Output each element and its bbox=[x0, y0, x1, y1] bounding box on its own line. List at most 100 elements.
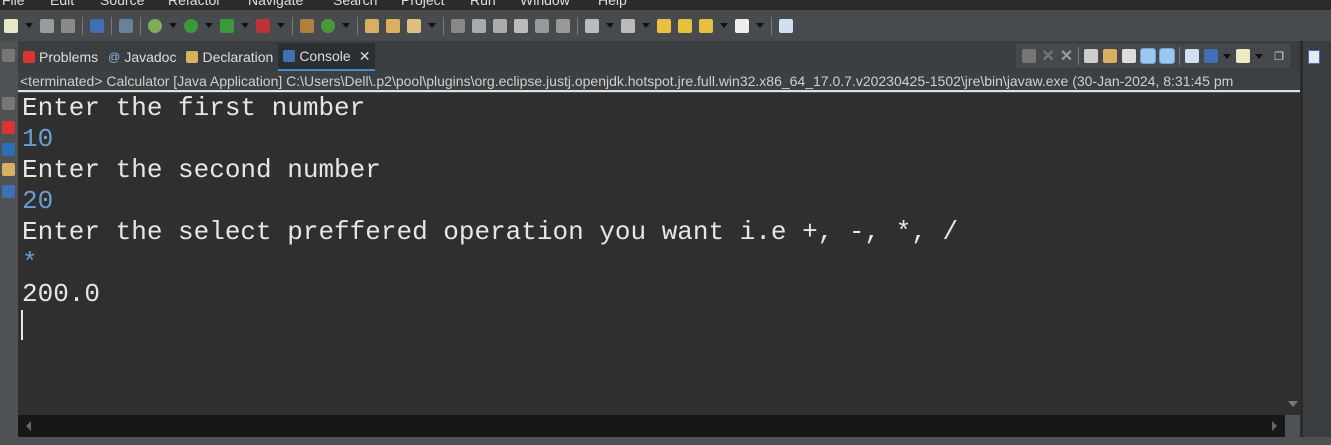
divider bbox=[111, 16, 112, 35]
console-output[interactable]: Enter the first number 10 Enter the seco… bbox=[18, 93, 1285, 415]
chevron-down-icon[interactable] bbox=[25, 23, 33, 28]
chevron-down-icon[interactable] bbox=[1255, 53, 1264, 59]
menu-source[interactable]: Source bbox=[100, 0, 144, 8]
divider bbox=[140, 16, 141, 35]
scroll-lock-icon[interactable] bbox=[1103, 49, 1118, 63]
divider bbox=[443, 16, 444, 35]
console-icon[interactable] bbox=[2, 185, 15, 198]
last-edit-icon[interactable] bbox=[657, 18, 671, 33]
chevron-down-icon[interactable] bbox=[720, 23, 728, 28]
tab-problems[interactable]: Problems bbox=[18, 43, 103, 71]
terminate-icon[interactable] bbox=[1022, 49, 1037, 63]
mark-occurrences-icon[interactable] bbox=[472, 18, 486, 33]
java-perspective-icon[interactable] bbox=[1308, 50, 1320, 64]
menu-refactor[interactable]: Refactor bbox=[168, 0, 221, 8]
save-all-icon[interactable] bbox=[61, 18, 75, 33]
console-line: Enter the second number bbox=[22, 155, 381, 185]
problems-icon[interactable] bbox=[2, 121, 15, 134]
skip-breakpoints-icon[interactable] bbox=[119, 18, 133, 33]
show-on-stderr-icon[interactable] bbox=[1159, 48, 1176, 64]
close-icon[interactable]: ✕ bbox=[359, 48, 371, 65]
open-task-icon[interactable] bbox=[386, 18, 400, 33]
word-wrap-icon[interactable] bbox=[1122, 49, 1137, 63]
scroll-right-arrow-icon[interactable] bbox=[1272, 421, 1277, 431]
run-icon[interactable] bbox=[184, 18, 198, 33]
text-caret bbox=[21, 310, 23, 340]
show-whitespace-icon[interactable] bbox=[556, 18, 570, 33]
new-class-icon[interactable] bbox=[321, 18, 335, 33]
debug-icon[interactable] bbox=[148, 18, 162, 33]
tab-javadoc[interactable]: @ Javadoc bbox=[103, 43, 181, 71]
external-tools-icon[interactable] bbox=[256, 18, 270, 33]
word-wrap-icon[interactable] bbox=[535, 18, 549, 33]
block-selection-icon[interactable] bbox=[493, 18, 507, 33]
console-view-icon[interactable] bbox=[90, 18, 104, 33]
left-trim-bar bbox=[0, 41, 18, 445]
chevron-down-icon[interactable] bbox=[277, 23, 285, 28]
display-console-icon[interactable] bbox=[1204, 49, 1219, 63]
chevron-down-icon[interactable] bbox=[205, 23, 213, 28]
pin-console-icon[interactable] bbox=[1185, 49, 1200, 63]
menu-file[interactable]: File bbox=[2, 0, 25, 8]
menu-search[interactable]: Search bbox=[333, 0, 377, 8]
horizontal-scrollbar[interactable] bbox=[18, 415, 1285, 437]
menu-edit[interactable]: Edit bbox=[50, 0, 74, 8]
chevron-down-icon[interactable] bbox=[342, 23, 350, 28]
restore-icon[interactable] bbox=[2, 97, 15, 110]
chevron-down-icon[interactable] bbox=[169, 23, 177, 28]
divider bbox=[357, 16, 358, 35]
divider bbox=[771, 16, 772, 35]
next-annotation-icon[interactable] bbox=[585, 18, 599, 33]
menu-window[interactable]: Window bbox=[520, 0, 570, 8]
chevron-down-icon[interactable] bbox=[642, 23, 650, 28]
clear-console-icon[interactable] bbox=[1084, 49, 1099, 63]
console-input-line: * bbox=[22, 248, 38, 278]
restore-icon[interactable] bbox=[2, 49, 15, 62]
chevron-down-icon[interactable] bbox=[1223, 53, 1232, 59]
menu-run[interactable]: Run bbox=[470, 0, 496, 8]
remove-launch-icon[interactable]: ✕ bbox=[1041, 46, 1054, 66]
breadcrumb-icon[interactable] bbox=[514, 18, 528, 33]
tab-console[interactable]: Console ✕ bbox=[278, 43, 376, 71]
declaration-icon[interactable] bbox=[2, 163, 15, 176]
next-edit-icon[interactable] bbox=[678, 18, 692, 33]
pin-editor-icon[interactable] bbox=[779, 18, 793, 33]
toggle-annotation-icon[interactable] bbox=[451, 18, 465, 33]
main-toolbar bbox=[0, 10, 1331, 41]
chevron-down-icon[interactable] bbox=[428, 23, 436, 28]
search-icon[interactable] bbox=[407, 18, 421, 33]
scroll-down-arrow-icon[interactable] bbox=[1288, 401, 1298, 407]
new-package-icon[interactable] bbox=[300, 18, 314, 33]
save-icon[interactable] bbox=[40, 18, 54, 33]
remove-all-terminated-icon[interactable]: ✕ bbox=[1060, 46, 1073, 66]
maximize-icon[interactable]: ❐ bbox=[1274, 50, 1284, 63]
divider bbox=[577, 16, 578, 35]
open-type-icon[interactable] bbox=[365, 18, 379, 33]
new-icon[interactable] bbox=[4, 18, 18, 33]
chevron-down-icon[interactable] bbox=[756, 23, 764, 28]
console-line: Enter the first number bbox=[22, 93, 366, 123]
show-on-stdout-icon[interactable] bbox=[1140, 48, 1157, 64]
menu-navigate[interactable]: Navigate bbox=[248, 0, 303, 8]
forward-icon[interactable] bbox=[735, 18, 749, 33]
menu-project[interactable]: Project bbox=[401, 0, 445, 8]
open-console-icon[interactable] bbox=[1236, 49, 1251, 63]
console-line: 200.0 bbox=[22, 279, 101, 309]
tab-declaration[interactable]: Declaration bbox=[181, 43, 278, 71]
right-trim-bar bbox=[1300, 41, 1331, 445]
console-icon bbox=[283, 50, 296, 62]
chevron-down-icon[interactable] bbox=[241, 23, 249, 28]
back-icon[interactable] bbox=[699, 18, 713, 33]
vertical-scrollbar[interactable] bbox=[1285, 93, 1300, 415]
prev-annotation-icon[interactable] bbox=[621, 18, 635, 33]
menu-bar: File Edit Source Refactor Navigate Searc… bbox=[0, 0, 1331, 10]
console-input-line: 10 bbox=[22, 124, 54, 154]
javadoc-at-icon[interactable] bbox=[2, 143, 15, 156]
scroll-left-arrow-icon[interactable] bbox=[26, 421, 31, 431]
divider bbox=[1179, 47, 1181, 65]
menu-help[interactable]: Help bbox=[598, 0, 627, 8]
chevron-down-icon[interactable] bbox=[606, 23, 614, 28]
coverage-icon[interactable] bbox=[220, 18, 234, 33]
console-process-header: <terminated> Calculator [Java Applicatio… bbox=[18, 71, 1300, 92]
console-input-line: 20 bbox=[22, 186, 54, 216]
